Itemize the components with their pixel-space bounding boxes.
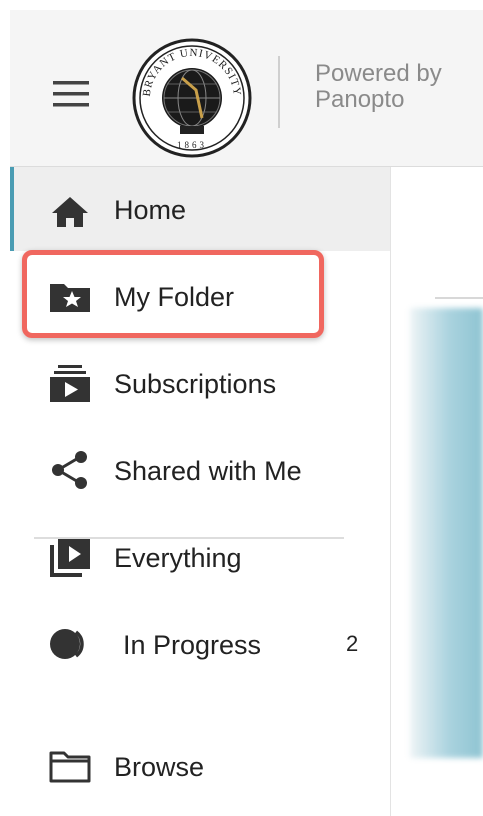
home-icon [46, 189, 94, 229]
in-progress-icon [46, 624, 94, 664]
content-divider [435, 297, 483, 299]
powered-by-panopto: Powered by Panopto [315, 61, 442, 113]
sidebar-item-label: Home [114, 195, 187, 225]
sidebar-item-label: Browse [114, 752, 205, 782]
subscriptions-icon [46, 363, 94, 403]
sidebar-item-in-progress[interactable]: In Progress 2 [10, 602, 390, 686]
sidebar-item-shared-with-me[interactable]: Shared with Me [10, 428, 390, 512]
video-thumbnail-preview[interactable] [410, 308, 483, 758]
panopto-text: Panopto [315, 86, 405, 113]
sidebar-item-subscriptions[interactable]: Subscriptions [10, 341, 390, 425]
sidebar-item-everything[interactable]: Everything [10, 515, 390, 599]
sidebar-item-browse[interactable]: Browse [10, 724, 390, 808]
sidebar-item-label: My Folder [114, 282, 235, 312]
sidebar-nav: Home My Folder Subscriptions Shared with… [10, 167, 391, 816]
menu-icon[interactable] [53, 81, 89, 107]
video-library-icon [46, 537, 94, 577]
app-header: BRYANT UNIVERSITY 1863 Powered by Panopt… [10, 10, 483, 167]
header-divider [278, 56, 280, 128]
folder-star-icon [46, 276, 94, 316]
in-progress-count: 2 [346, 631, 359, 656]
sidebar-divider [34, 537, 344, 539]
folder-outline-icon [46, 746, 94, 786]
sidebar-item-my-folder[interactable]: My Folder [10, 254, 390, 338]
share-icon [46, 450, 94, 490]
sidebar-item-label: Subscriptions [114, 369, 277, 399]
sidebar-item-label: Everything [114, 543, 242, 573]
sidebar-item-home[interactable]: Home [10, 167, 390, 251]
sidebar-item-label: In Progress [123, 630, 262, 660]
sidebar-item-label: Shared with Me [114, 456, 302, 486]
university-seal-logo: BRYANT UNIVERSITY 1863 [130, 36, 254, 160]
seal-year: 1863 [177, 140, 207, 150]
powered-by-text: Powered by [315, 60, 442, 87]
